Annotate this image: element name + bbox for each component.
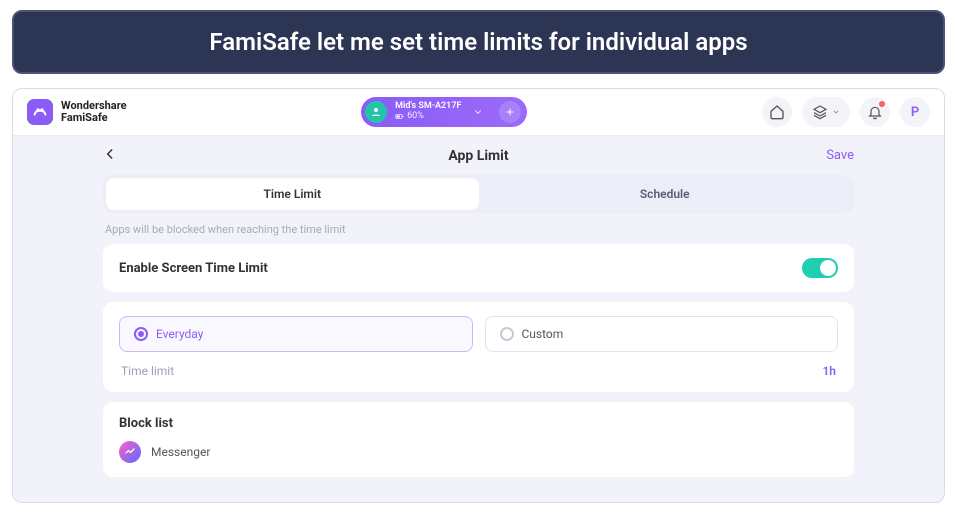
chevron-left-icon (103, 147, 117, 161)
device-battery: 60% (407, 112, 424, 122)
brand-line2: FamiSafe (61, 112, 127, 124)
blocklist-card: Block list Messenger (103, 402, 854, 477)
time-limit-row[interactable]: Time limit 1h (119, 352, 838, 382)
frequency-radio-group: Everyday Custom (119, 316, 838, 352)
enable-toggle[interactable] (802, 258, 838, 278)
hint-text: Apps will be blocked when reaching the t… (103, 213, 854, 244)
radio-icon (134, 327, 148, 341)
brand: Wondershare FamiSafe (27, 99, 127, 125)
device-avatar-icon (365, 101, 387, 123)
radio-custom[interactable]: Custom (485, 316, 839, 352)
layers-icon (812, 104, 828, 120)
radio-everyday-label: Everyday (156, 327, 203, 341)
header-right: P (762, 97, 930, 127)
caption-bar: FamiSafe let me set time limits for indi… (12, 10, 945, 74)
schedule-card: Everyday Custom Time limit 1h (103, 302, 854, 392)
avatar-letter: P (911, 105, 919, 120)
battery-icon (395, 112, 404, 121)
save-button[interactable]: Save (826, 148, 854, 163)
back-button[interactable] (103, 146, 117, 165)
time-limit-label: Time limit (121, 364, 822, 378)
add-device-button[interactable] (499, 101, 521, 123)
tab-schedule[interactable]: Schedule (479, 178, 852, 210)
device-selector[interactable]: Mid's SM-A217F 60% (361, 97, 527, 127)
app-header: Wondershare FamiSafe Mid's SM-A217F 60% (13, 89, 944, 136)
radio-icon (500, 327, 514, 341)
enable-label: Enable Screen Time Limit (119, 261, 802, 276)
notifications-button[interactable] (860, 97, 890, 127)
radio-everyday[interactable]: Everyday (119, 316, 473, 352)
blocklist-title: Block list (119, 416, 838, 431)
brand-logo-icon (27, 99, 53, 125)
layers-button[interactable] (802, 97, 850, 127)
profile-button[interactable]: P (900, 97, 930, 127)
title-row: App Limit Save (103, 136, 854, 175)
enable-card: Enable Screen Time Limit (103, 244, 854, 292)
list-item[interactable]: Messenger (119, 441, 838, 463)
app-body: App Limit Save Time Limit Schedule Apps … (13, 136, 944, 502)
radio-custom-label: Custom (522, 327, 564, 341)
home-icon (769, 104, 785, 120)
chevron-down-icon (469, 103, 487, 121)
device-name: Mid's SM-A217F (395, 102, 461, 112)
tab-group: Time Limit Schedule (103, 175, 854, 213)
notification-dot-icon (879, 101, 885, 107)
header-center: Mid's SM-A217F 60% (127, 97, 762, 127)
tab-time-limit[interactable]: Time Limit (106, 178, 479, 210)
page-title: App Limit (448, 148, 508, 164)
home-button[interactable] (762, 97, 792, 127)
messenger-icon (119, 441, 141, 463)
chevron-down-icon (832, 108, 840, 116)
time-limit-value: 1h (822, 364, 836, 378)
blocklist-item-label: Messenger (151, 445, 210, 459)
app-window: Wondershare FamiSafe Mid's SM-A217F 60% (12, 88, 945, 503)
